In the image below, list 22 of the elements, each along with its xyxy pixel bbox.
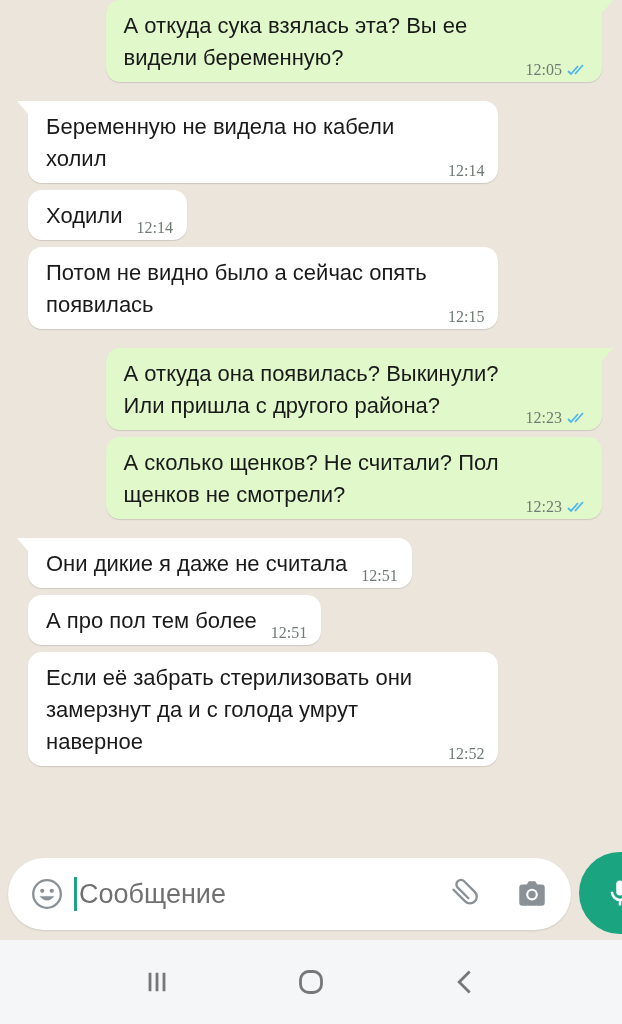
message-time: 12:15 [448,307,485,327]
message-time: 12:23 [525,408,562,428]
message-text: А откуда она появилась? Выкинули? Или пришла с другого района? [123,360,500,420]
message-time: 12:51 [270,623,308,643]
emoji-icon[interactable] [30,877,64,911]
message-input-field[interactable]: Сообщение [8,858,571,930]
message-text: Если её забрать стерилизовать они замерзнут да и с голода умрут наверное [46,664,414,756]
message-time: 12:52 [448,744,485,764]
message-text: А сколько щенков? Не считали? Пол щенков не смотрели? [123,449,500,509]
home-icon[interactable] [297,968,325,996]
message-input[interactable]: Сообщение [77,877,435,911]
message-time: 12:14 [136,218,173,238]
message-text: А откуда сука взялась эта? Вы ее видели беременную? [123,12,469,72]
message-text: А про пол тем более [46,607,257,635]
message-time: 12:05 [525,60,562,80]
message-time: 12:14 [448,161,485,181]
message-time: 12:51 [361,566,398,586]
message-time: 12:23 [525,497,562,517]
message-text: Они дикие я даже не считала [46,550,348,578]
message-text: Потом не видно было а сейчас опять появилась [46,259,428,319]
message-text: Ходили [46,202,123,230]
message-text: Беременную не видела но кабели холил [46,113,396,173]
